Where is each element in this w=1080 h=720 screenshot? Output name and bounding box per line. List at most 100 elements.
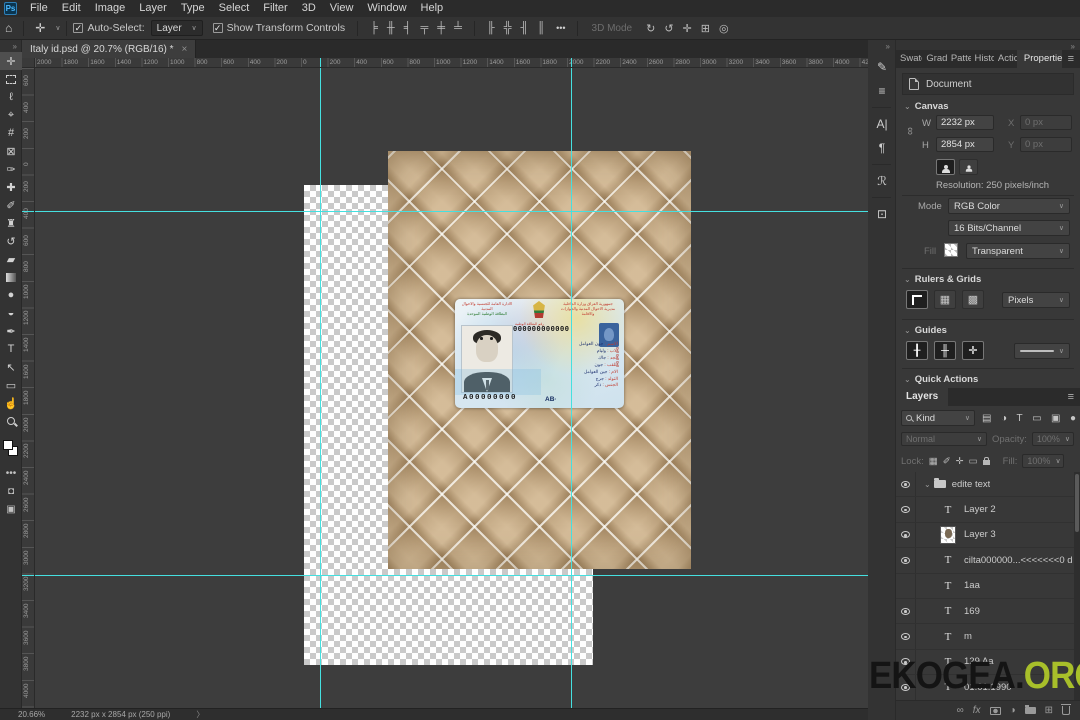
zoom-tool[interactable]	[0, 412, 22, 430]
menu-item-edit[interactable]: Edit	[55, 0, 88, 17]
layer-filter-icon-2[interactable]: T	[1016, 413, 1022, 424]
show-transform-checkbox[interactable]: ✓	[212, 23, 223, 33]
pen-tool[interactable]: ✒	[0, 322, 22, 340]
toggle-pixel-grid-button[interactable]: ▩	[962, 290, 984, 309]
new-group-icon[interactable]	[1024, 705, 1036, 714]
delete-layer-icon[interactable]	[1061, 704, 1071, 715]
object-selection-tool[interactable]: ⌖	[0, 106, 22, 124]
panel-menu-icon[interactable]: ≡	[1062, 50, 1080, 68]
healing-brush-tool[interactable]: ✚	[0, 178, 22, 196]
layer-row[interactable]: T 169	[896, 598, 1074, 625]
eyedropper-tool[interactable]: ✑	[0, 160, 22, 178]
lock-pixels-icon[interactable]: ✐	[943, 456, 951, 467]
dodge-tool[interactable]: ◒	[0, 304, 22, 322]
menu-item-file[interactable]: File	[23, 0, 55, 17]
expand-panels-icon[interactable]: »	[868, 40, 895, 55]
toggle-guides-button[interactable]: ╂	[906, 341, 928, 360]
lock-transparency-icon[interactable]: ▦	[929, 456, 938, 467]
clear-guides-button[interactable]: ✛	[962, 341, 984, 360]
quick-actions-section-header[interactable]: ⌄ Quick Actions	[904, 374, 978, 385]
fill-dropdown[interactable]: Transparent ∨	[966, 243, 1070, 259]
distribute-icon-0[interactable]: ╟	[487, 22, 495, 34]
distribute-icon-1[interactable]: ╬	[504, 22, 512, 34]
auto-select-target-dropdown[interactable]: Layer ∨	[150, 20, 203, 36]
fill-swatch[interactable]	[944, 243, 958, 257]
status-arrow-icon[interactable]: 〉	[196, 709, 204, 720]
align-icon-0[interactable]: ╞	[370, 22, 378, 34]
guide-horizontal-2[interactable]	[35, 575, 868, 576]
foreground-color-swatch[interactable]	[3, 440, 13, 450]
screen-mode[interactable]: ▣	[0, 500, 22, 518]
align-icon-3[interactable]: ╤	[421, 22, 429, 34]
chevron-down-icon[interactable]: ∨	[55, 24, 60, 32]
lock-artboard-icon[interactable]: ▭	[969, 456, 978, 467]
shape-tool[interactable]: ▭	[0, 376, 22, 394]
adjustment-layer-icon[interactable]: ◑	[1010, 705, 1016, 716]
zoom-level[interactable]: 20.66%	[18, 710, 45, 719]
lock-guides-button[interactable]: ╫	[934, 341, 956, 360]
bit-depth-dropdown[interactable]: 16 Bits/Channel ∨	[948, 220, 1070, 236]
canvas-section-header[interactable]: ⌄ Canvas	[904, 101, 949, 112]
document-tab[interactable]: Italy id.psd @ 20.7% (RGB/16) * ×	[22, 40, 197, 58]
quick-mask[interactable]: ◘	[0, 482, 22, 500]
chevron-down-icon[interactable]: ⌄	[924, 480, 931, 489]
align-icon-2[interactable]: ╡	[404, 22, 412, 34]
layer-row[interactable]: Tm	[896, 624, 1074, 650]
frame-tool[interactable]: ⊠	[0, 142, 22, 160]
collapse-toolbar-icon[interactable]: »	[0, 40, 21, 52]
visibility-toggle[interactable]	[896, 472, 916, 497]
canvas-viewport[interactable]: الادارة العامة للجنسية والاحوال المدنية …	[35, 68, 868, 708]
layer-filter-icon-0[interactable]: ▤	[982, 413, 991, 424]
layer-mask-icon[interactable]	[989, 706, 1001, 715]
layer-filter-icon-1[interactable]: ◑	[1001, 413, 1007, 424]
brush-settings-icon[interactable]: ✎	[868, 55, 896, 79]
ruler-vertical[interactable]: 600 400 200 0 200 400 600 800 1000 1200 1400 1600 18…	[22, 68, 35, 708]
blur-tool[interactable]: ●	[0, 286, 22, 304]
close-icon[interactable]: ×	[182, 44, 188, 55]
lasso-tool[interactable]: ℓ	[0, 88, 22, 106]
clone-stamp-tool[interactable]: ♜	[0, 214, 22, 232]
properties-document-row[interactable]: Document	[902, 73, 1074, 95]
brushes-icon[interactable]: ≡	[868, 79, 896, 103]
distribute-icon-2[interactable]: ╢	[520, 22, 528, 34]
visibility-toggle[interactable]	[896, 497, 916, 522]
home-icon[interactable]: ⌂	[0, 21, 17, 35]
layer-row[interactable]: Layer 3	[896, 522, 1074, 549]
menu-item-window[interactable]: Window	[360, 0, 413, 17]
toggle-grid-button[interactable]: ▦	[934, 290, 956, 309]
layer-row[interactable]: T Layer 2	[896, 497, 1074, 523]
layer-row[interactable]: Tcilta000000...<<<<<<<0 d	[896, 548, 1074, 574]
height-field[interactable]: 2854 px	[936, 137, 994, 152]
constrain-link-icon[interactable]: ∞	[904, 127, 916, 135]
menu-item-select[interactable]: Select	[212, 0, 257, 17]
layer-effects-icon[interactable]: fx	[973, 705, 981, 716]
gradient-tool[interactable]	[0, 268, 22, 286]
link-layers-icon[interactable]: ∞	[957, 705, 964, 716]
id-card-image[interactable]: الادارة العامة للجنسية والاحوال المدنية …	[455, 299, 624, 408]
guide-horizontal-1[interactable]	[35, 211, 868, 212]
more-options-button[interactable]: •••	[551, 23, 570, 33]
layer-filter-icon-4[interactable]: ▣	[1051, 413, 1060, 424]
layer-filter-icon-5[interactable]: ●	[1070, 413, 1076, 424]
orientation-landscape-button[interactable]	[959, 159, 978, 175]
new-layer-icon[interactable]: ⊞	[1045, 705, 1053, 716]
move-tool[interactable]: ✛	[0, 52, 22, 70]
move-tool-preset-icon[interactable]: ✛	[30, 21, 50, 35]
crop-tool[interactable]: #	[0, 124, 22, 142]
menu-item-type[interactable]: Type	[174, 0, 212, 17]
menu-item-layer[interactable]: Layer	[132, 0, 174, 17]
guide-style-dropdown[interactable]: ∨	[1014, 343, 1070, 359]
hand-tool[interactable]: ☝	[0, 394, 22, 412]
color-swatches[interactable]	[0, 438, 22, 464]
ruler-horizontal[interactable]: 2000 1800 1600 1400 1200 1000 800 600 400 200 0 200…	[35, 58, 868, 68]
paragraph-icon[interactable]: ¶	[868, 136, 896, 160]
type-tool[interactable]: T	[0, 340, 22, 358]
visibility-toggle[interactable]	[896, 573, 916, 598]
3d-panel-icon[interactable]: ⊡	[868, 202, 896, 226]
layer-row[interactable]: ⌄ edite text	[896, 472, 1074, 498]
rulers-grids-section-header[interactable]: ⌄ Rulers & Grids	[904, 274, 981, 285]
menu-item-image[interactable]: Image	[88, 0, 133, 17]
menu-item-3d[interactable]: 3D	[295, 0, 323, 17]
distribute-icon-3[interactable]: ║	[537, 22, 545, 34]
glyphs-panel-icon[interactable]: ℛ	[868, 169, 896, 193]
